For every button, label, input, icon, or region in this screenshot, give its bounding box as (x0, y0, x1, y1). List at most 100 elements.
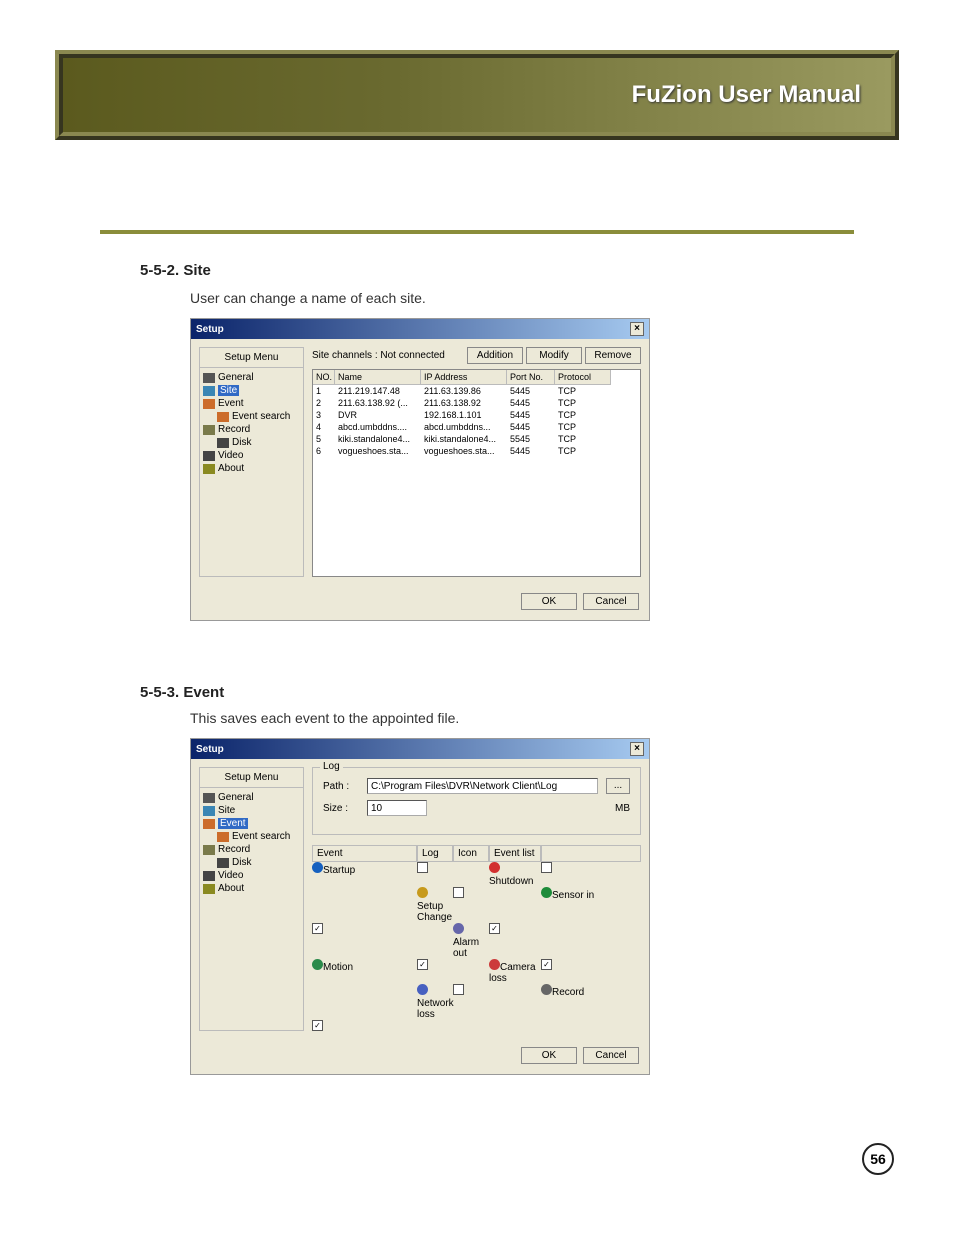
titlebar[interactable]: Setup × (191, 739, 649, 759)
event-icon (312, 862, 323, 873)
event-icon (541, 887, 552, 898)
tree-icon (203, 464, 215, 474)
tree-label: General (218, 792, 254, 803)
tree-item-event[interactable]: Event (203, 817, 300, 830)
tree-item-disk[interactable]: Disk (203, 856, 300, 869)
tree-label: Event search (232, 411, 290, 422)
tree-label: About (218, 463, 244, 474)
ok-button[interactable]: OK (521, 593, 577, 610)
section-heading-event: 5-5-3. Event (140, 684, 224, 701)
event-name-cell: Record (541, 984, 641, 1020)
tree-label: Video (218, 870, 243, 881)
tree-label: General (218, 372, 254, 383)
table-row[interactable]: 1211.219.147.48211.63.139.865445TCP (313, 385, 640, 397)
remove-button[interactable]: Remove (585, 347, 641, 364)
setup-menu-title: Setup Menu (200, 768, 303, 788)
tree-item-about[interactable]: About (203, 462, 300, 475)
event-icon (489, 862, 500, 873)
setup-dialog-site: Setup × Setup Menu General Site Event Event… (190, 318, 650, 621)
tree-item-event[interactable]: Event (203, 397, 300, 410)
ok-button[interactable]: OK (521, 1047, 577, 1064)
divider (100, 230, 854, 234)
tree-icon (203, 399, 215, 409)
tree-item-site[interactable]: Site (203, 804, 300, 817)
event-name-cell: Setup Change (417, 887, 453, 923)
close-icon[interactable]: × (630, 742, 644, 756)
table-row[interactable]: 2211.63.138.92 (...211.63.138.925445TCP (313, 397, 640, 409)
modify-button[interactable]: Modify (526, 347, 582, 364)
setup-menu-title: Setup Menu (200, 348, 303, 368)
checkbox[interactable] (453, 984, 464, 995)
checkbox[interactable] (417, 862, 428, 873)
addition-button[interactable]: Addition (467, 347, 523, 364)
table-row[interactable]: 5kiki.standalone4...kiki.standalone4...5… (313, 433, 640, 445)
tree-item-event-search[interactable]: Event search (203, 830, 300, 843)
column-header[interactable]: NO. (313, 370, 335, 385)
tree-label: Record (218, 424, 250, 435)
tree-icon (203, 871, 215, 881)
column-header[interactable]: Name (335, 370, 421, 385)
tree-label: Event (218, 398, 244, 409)
column-header[interactable]: Event list (489, 845, 541, 862)
log-legend: Log (320, 761, 343, 772)
tree-item-disk[interactable]: Disk (203, 436, 300, 449)
section-text-site: User can change a name of each site. (190, 290, 426, 306)
tree-item-video[interactable]: Video (203, 449, 300, 462)
event-icon (312, 959, 323, 970)
tree-item-general[interactable]: General (203, 791, 300, 804)
column-header[interactable]: Port No. (507, 370, 555, 385)
column-header[interactable]: Log (417, 845, 453, 862)
table-row[interactable]: 4abcd.umbddns....abcd.umbddns...5445TCP (313, 421, 640, 433)
path-input[interactable] (367, 778, 598, 794)
tree-label: Disk (232, 437, 251, 448)
size-input[interactable] (367, 800, 427, 816)
column-header[interactable]: Protocol (555, 370, 611, 385)
tree-label: Event (218, 818, 248, 829)
cancel-button[interactable]: Cancel (583, 593, 639, 610)
tree-icon (203, 451, 215, 461)
setup-menu: Setup Menu General Site Event Event searchR… (199, 767, 304, 1031)
tree-item-about[interactable]: About (203, 882, 300, 895)
tree-item-record[interactable]: Record (203, 423, 300, 436)
checkbox[interactable] (417, 959, 428, 970)
tree-label: Disk (232, 857, 251, 868)
titlebar[interactable]: Setup × (191, 319, 649, 339)
close-icon[interactable]: × (630, 322, 644, 336)
column-header[interactable]: Icon (453, 845, 489, 862)
site-table[interactable]: NO.NameIP AddressPort No.Protocol 1211.2… (312, 369, 641, 577)
tree-item-general[interactable]: General (203, 371, 300, 384)
tree-item-site[interactable]: Site (203, 384, 300, 397)
checkbox[interactable] (489, 923, 500, 934)
tree-item-event-search[interactable]: Event search (203, 410, 300, 423)
event-name-cell: Shutdown (489, 862, 541, 887)
event-name-cell: Alarm out (453, 923, 489, 959)
checkbox[interactable] (312, 1020, 323, 1031)
tree-icon (217, 858, 229, 868)
table-row[interactable]: 3DVR192.168.1.1015445TCP (313, 409, 640, 421)
tree-icon (203, 845, 215, 855)
checkbox[interactable] (312, 923, 323, 934)
column-header[interactable]: IP Address (421, 370, 507, 385)
cancel-button[interactable]: Cancel (583, 1047, 639, 1064)
tree-label: Event search (232, 831, 290, 842)
event-icon (541, 984, 552, 995)
tree-item-record[interactable]: Record (203, 843, 300, 856)
tree-label: Site (218, 385, 239, 396)
browse-button[interactable]: ... (606, 778, 630, 794)
tree-label: Site (218, 805, 235, 816)
tree-label: About (218, 883, 244, 894)
event-name-cell: Sensor in (541, 887, 641, 923)
table-row[interactable]: 6vogueshoes.sta...vogueshoes.sta...5445T… (313, 445, 640, 457)
checkbox[interactable] (541, 862, 552, 873)
section-heading-site: 5-5-2. Site (140, 262, 211, 279)
tree-icon (203, 793, 215, 803)
checkbox[interactable] (541, 959, 552, 970)
checkbox[interactable] (453, 887, 464, 898)
column-header[interactable]: Event (312, 845, 417, 862)
event-name-cell: Startup (312, 862, 417, 887)
tree-icon (203, 386, 215, 396)
tree-icon (203, 806, 215, 816)
event-table: EventLogIconEvent list Startup Shutdown Set… (312, 845, 641, 1031)
tree-icon (217, 412, 229, 422)
tree-item-video[interactable]: Video (203, 869, 300, 882)
